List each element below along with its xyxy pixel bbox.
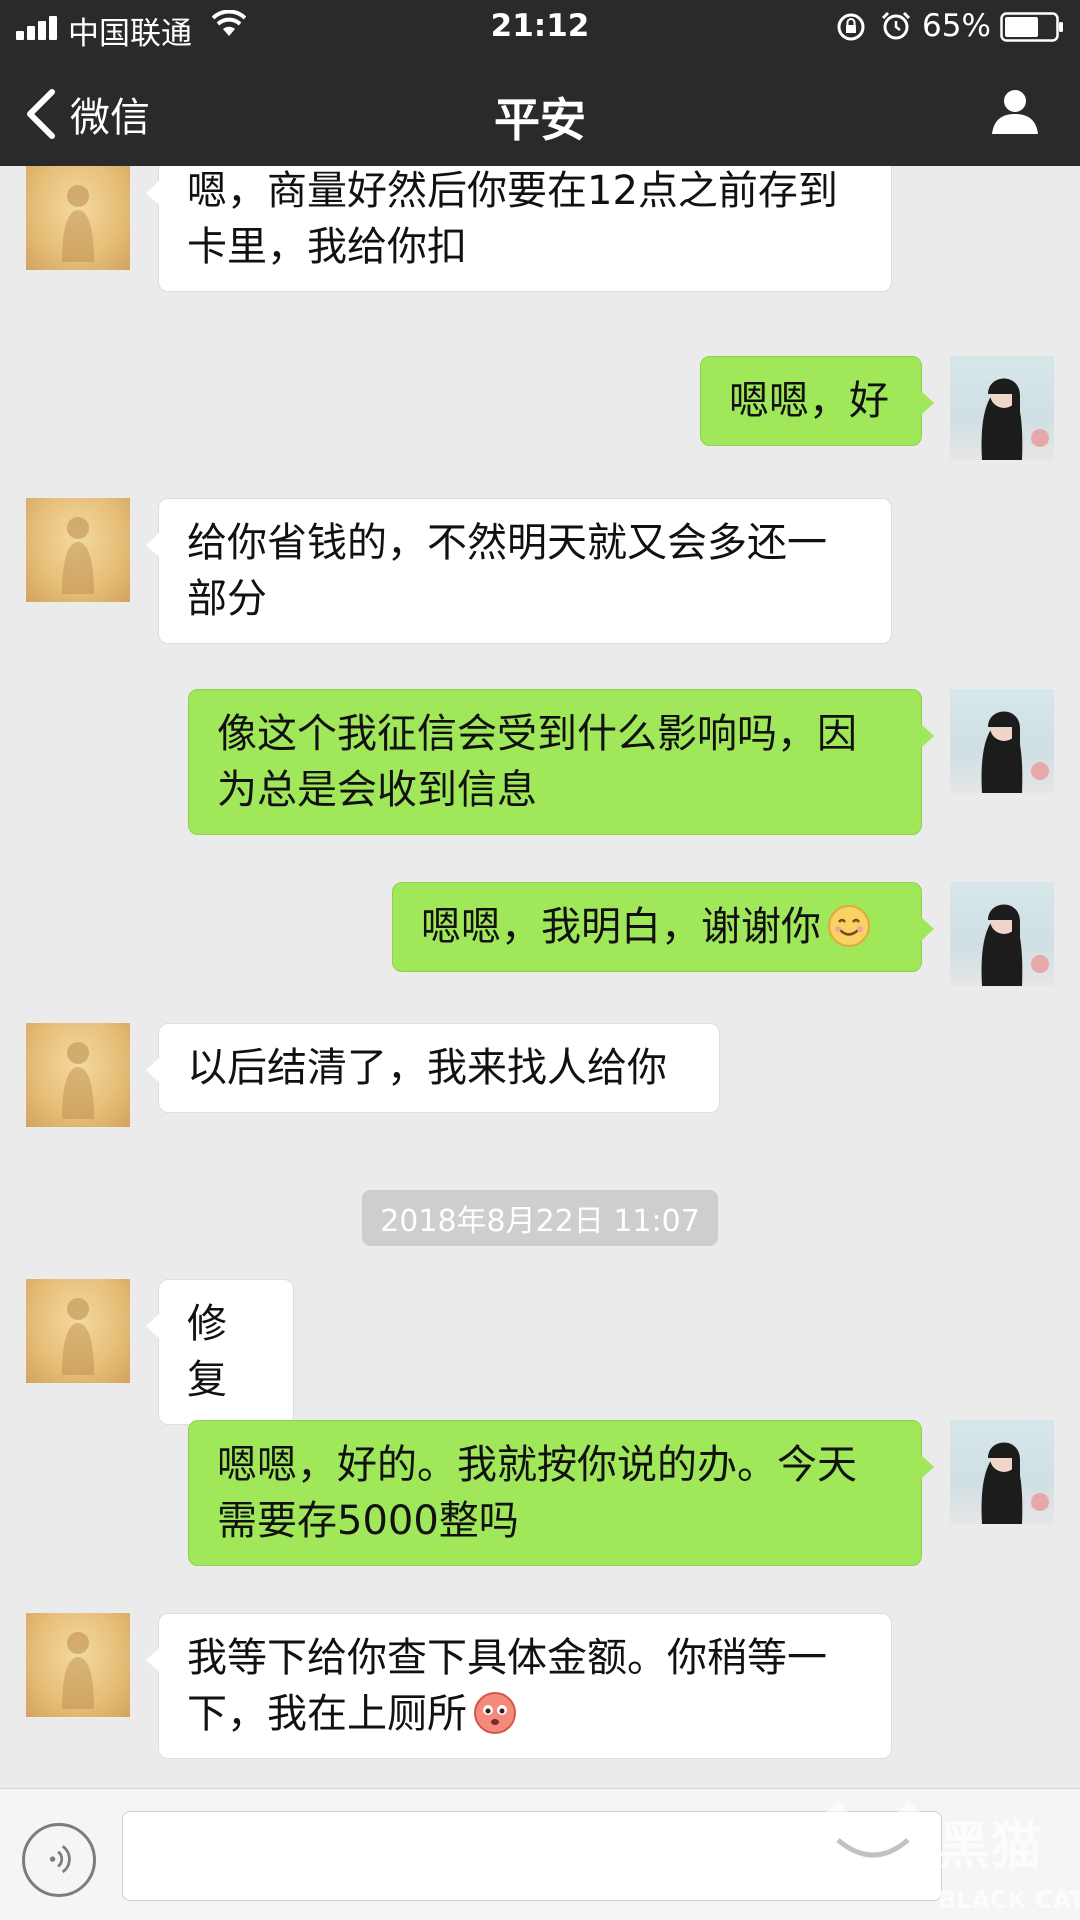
timestamp-row: 2018年8月22日 11:07 [0, 1190, 1080, 1246]
blackcat-watermark: 黑猫 BLACK CAT [808, 1800, 1080, 1920]
message-bubble-out[interactable]: 嗯嗯，我明白，谢谢你 [392, 882, 934, 972]
message-text: 嗯，商量好然后你要在12点之前存到卡里，我给你扣 [187, 168, 838, 270]
top-header: 中国联通 21:12 65% 微信 平安 [0, 0, 1080, 166]
chat-area[interactable]: 嗯，商量好然后你要在12点之前存到卡里，我给你扣 嗯嗯，好 给你省钱的，不然明天… [0, 166, 1080, 1788]
message-text: 以后结清了，我来找人给你 [187, 1045, 667, 1091]
message-text: 嗯嗯，好的。我就按你说的办。今天需要存5000整吗 [217, 1442, 857, 1544]
message-bubble-out[interactable]: 像这个我征信会受到什么影响吗，因为总是会收到信息 [188, 689, 934, 835]
contact-icon[interactable] [988, 84, 1042, 138]
svg-text:黑猫: 黑猫 [938, 1817, 1042, 1877]
message-bubble-out[interactable]: 嗯嗯，好的。我就按你说的办。今天需要存5000整吗 [188, 1420, 934, 1566]
message-text: 嗯嗯，我明白，谢谢你 [421, 904, 821, 950]
svg-text:BLACK CAT: BLACK CAT [938, 1886, 1080, 1914]
battery-icon [1000, 12, 1063, 42]
message-text: 嗯嗯，好 [729, 378, 889, 424]
status-time: 21:12 [490, 8, 590, 44]
message-timestamp: 2018年8月22日 11:07 [362, 1190, 718, 1246]
message-bubble-in[interactable]: 修复 [146, 1279, 294, 1425]
message-bubble-in[interactable]: 以后结清了，我来找人给你 [146, 1023, 720, 1113]
self-avatar[interactable] [950, 356, 1054, 460]
message-text: 给你省钱的，不然明天就又会多还一部分 [187, 520, 827, 622]
alarm-icon [881, 11, 911, 40]
chat-title: 平安 [494, 93, 586, 147]
message-bubble-out[interactable]: 嗯嗯，好 [700, 356, 934, 446]
message-bubble-in[interactable]: 嗯，商量好然后你要在12点之前存到卡里，我给你扣 [146, 166, 892, 292]
self-avatar[interactable] [950, 1420, 1054, 1524]
contact-avatar[interactable] [26, 1613, 130, 1717]
message-bubble-in[interactable]: 我等下给你查下具体金额。你稍等一下，我在上厕所 [146, 1613, 892, 1759]
contact-avatar[interactable] [26, 1279, 130, 1383]
rotation-lock-icon [837, 13, 865, 41]
self-avatar[interactable] [950, 882, 1054, 986]
contact-avatar[interactable] [26, 498, 130, 602]
message-bubble-in[interactable]: 给你省钱的，不然明天就又会多还一部分 [146, 498, 892, 644]
smile-emoji-icon [828, 905, 870, 947]
message-text: 像这个我征信会受到什么影响吗，因为总是会收到信息 [217, 711, 857, 813]
message-text: 修复 [187, 1301, 227, 1403]
voice-button[interactable] [22, 1823, 96, 1897]
status-bar: 中国联通 21:12 65% [0, 0, 1080, 54]
self-avatar[interactable] [950, 689, 1054, 793]
battery-percent: 65% [922, 8, 991, 44]
contact-avatar[interactable] [26, 166, 130, 270]
voice-icon [49, 1845, 71, 1874]
blush-emoji-icon [474, 1692, 516, 1734]
contact-avatar[interactable] [26, 1023, 130, 1127]
